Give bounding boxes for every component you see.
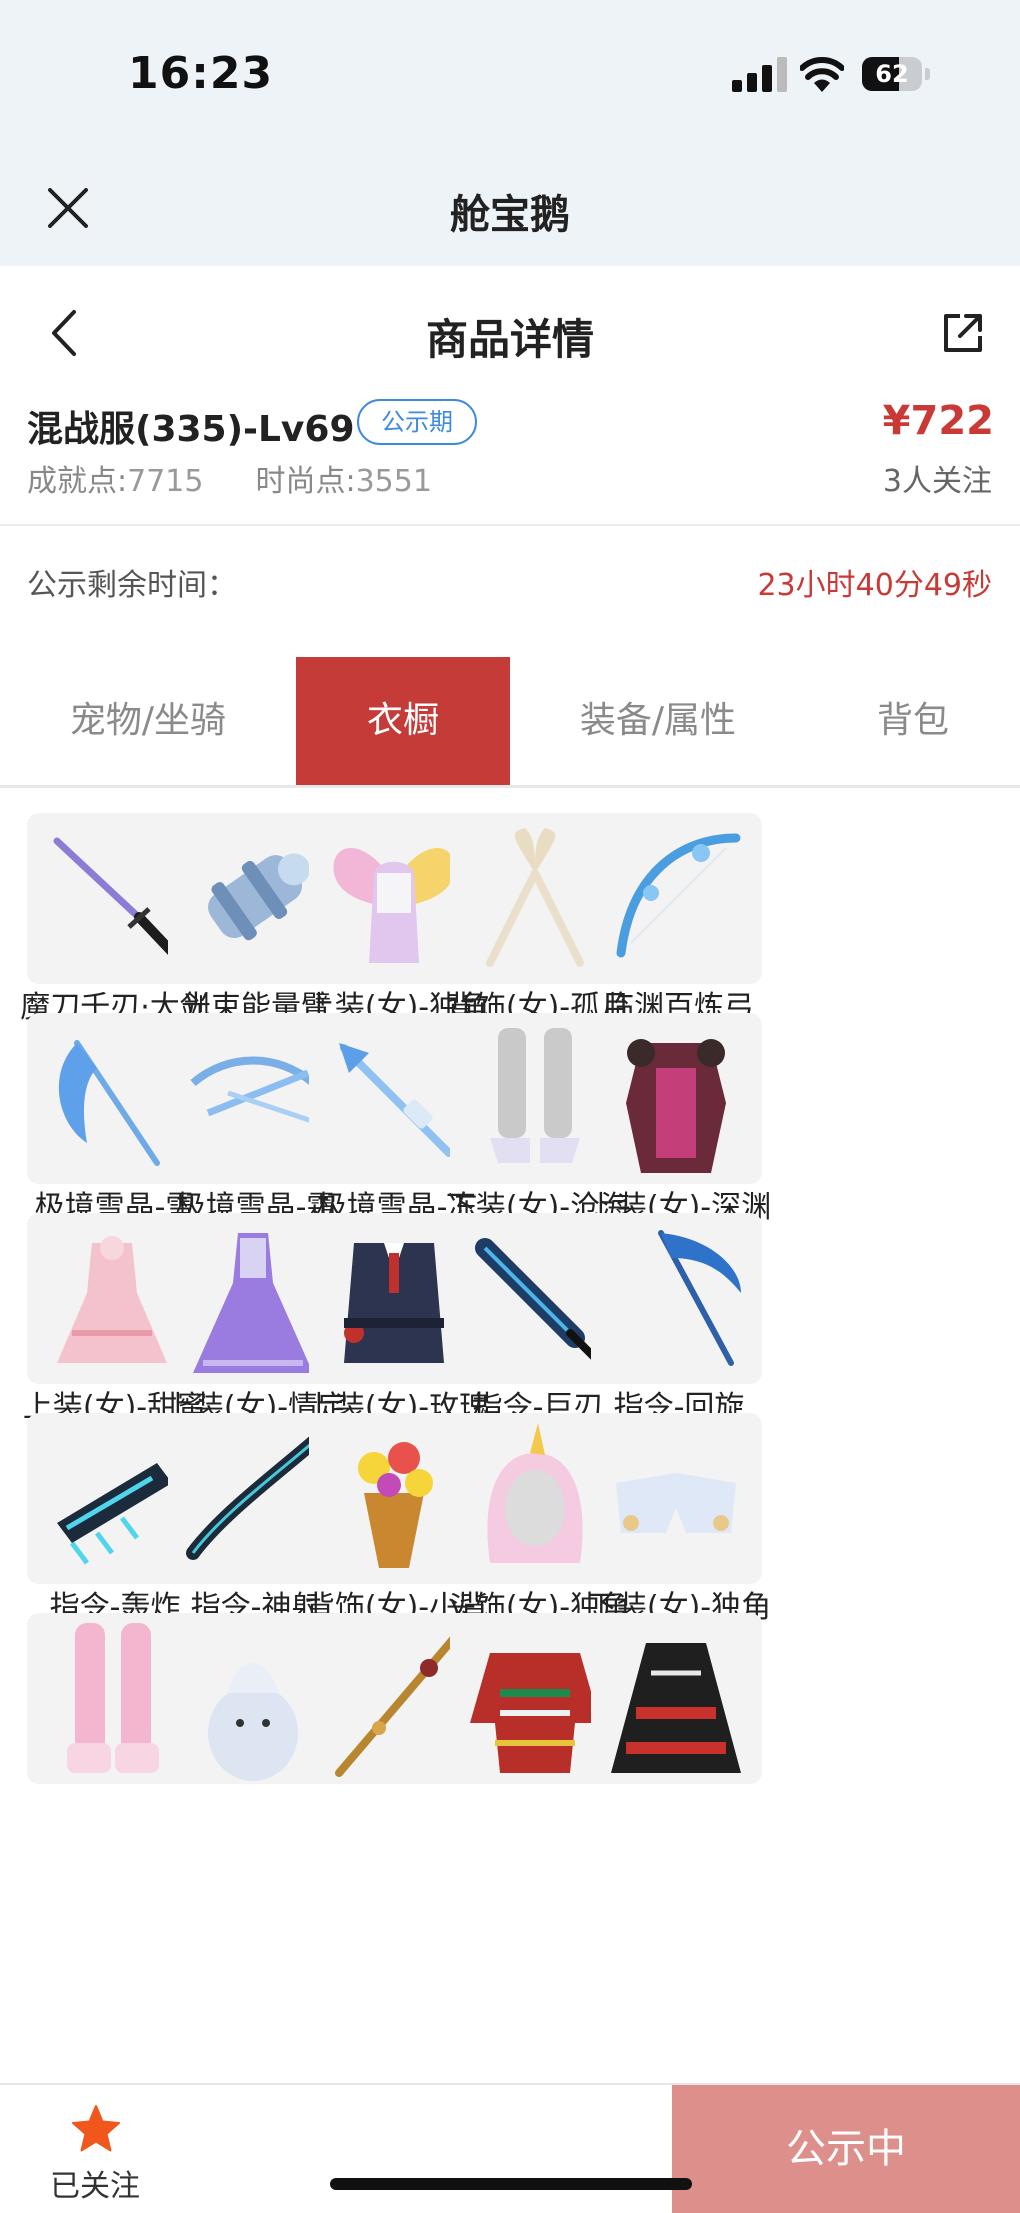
tab-pets-mounts[interactable]: 宠物/坐骑 [0, 657, 296, 785]
page-title: 商品详情 [425, 315, 594, 364]
tab-bag[interactable]: 背包 [806, 657, 1020, 785]
tab-wardrobe[interactable]: 衣橱 [296, 657, 510, 785]
battery-level: 62 [875, 60, 909, 88]
follower-count: 3人关注 [882, 464, 992, 499]
bottom-bar: 已关注 公示中 [0, 2083, 1020, 2213]
star-icon [72, 2105, 120, 2152]
wifi-icon [799, 54, 845, 94]
countdown-label: 公示剩余时间： [27, 568, 237, 603]
follow-label: 已关注 [50, 2169, 140, 2204]
product-name: 混战服(335)-Lv69 [27, 409, 355, 450]
product-stats: 成就点:7715 时尚点:3551 [27, 456, 432, 500]
public-notice-button[interactable]: 公示中 [672, 2085, 1020, 2213]
tabs-divider [0, 785, 1020, 788]
status-time: 16:23 [128, 48, 274, 99]
app-header: 舱宝鹅 [0, 150, 1020, 266]
app-title: 舱宝鹅 [450, 192, 570, 238]
blue-scythe-icon [658, 1230, 741, 1366]
wardrobe-grid: 魔刀千刃·大剑光束能量臂MX-78上装(女)-独角兽背饰(女)-孤月临渊百炼弓极… [0, 813, 1020, 2083]
status-badge: 公示期 [357, 399, 477, 445]
item-thumbnail [591, 1613, 762, 1784]
ethnic-skirt-icon [611, 1643, 741, 1773]
follow-button[interactable]: 已关注 [0, 2085, 190, 2213]
item-thumbnail [591, 1413, 762, 1584]
item-thumbnail [591, 813, 762, 984]
item-thumbnail [591, 1213, 762, 1384]
tab-equipment-attributes[interactable]: 装备/属性 [510, 657, 806, 785]
item-thumbnail [591, 1013, 762, 1184]
status-bar: 16:23 62 [0, 0, 1020, 150]
blue-bow-icon [616, 833, 741, 958]
share-icon [944, 314, 982, 352]
fashion-label: 时尚点: [255, 464, 356, 499]
white-shorts-icon [616, 1473, 736, 1533]
achievement-label: 成就点: [27, 464, 128, 499]
home-indicator [330, 2178, 692, 2190]
tab-bar: 宠物/坐骑 衣橱 装备/属性 背包 [0, 657, 1020, 785]
share-button[interactable] [938, 308, 988, 358]
wardrobe-item[interactable] [584, 1613, 774, 1893]
achievement-value: 7715 [127, 464, 204, 499]
countdown-value: 23小时40分49秒 [757, 568, 992, 603]
fashion-value: 3551 [355, 464, 432, 499]
dark-armor-icon [626, 1039, 726, 1173]
battery-icon: 62 [862, 57, 932, 91]
page-header: 商品详情 [0, 266, 1020, 396]
product-price: ¥722 [882, 398, 994, 444]
divider [0, 524, 1020, 526]
cellular-signal-icon [732, 56, 792, 92]
